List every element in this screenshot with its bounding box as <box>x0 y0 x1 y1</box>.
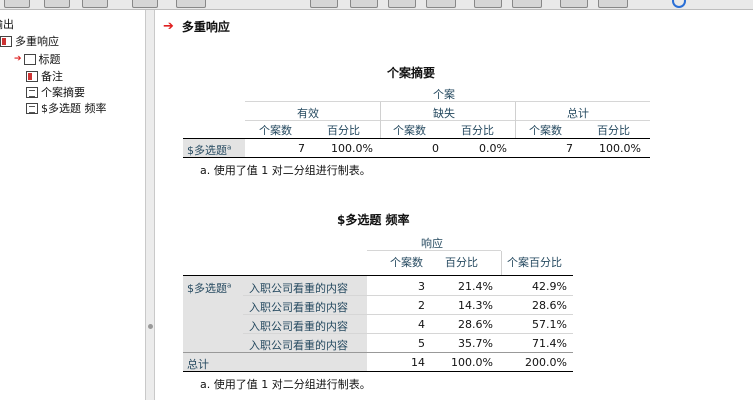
freq-total-pct: 100.0% <box>451 356 493 369</box>
freq-row-label: 入职公司看重的内容 <box>249 282 348 295</box>
freq-cell-case-pct: 42.9% <box>532 280 567 293</box>
table-icon <box>26 102 38 114</box>
outline-item-label: 个案摘要 <box>41 86 85 99</box>
freq-cell-case-pct: 28.6% <box>532 299 567 312</box>
book-icon <box>0 35 12 47</box>
freq-resp-header: 响应 <box>421 237 443 250</box>
summary-bottom-rule <box>183 157 650 158</box>
freq-cell-case-pct: 57.1% <box>532 318 567 331</box>
freq-total-n: 14 <box>411 356 425 369</box>
freq-row-rule <box>243 295 573 296</box>
outline-item-label: 标题 <box>38 53 61 66</box>
freq-cell-pct: 14.3% <box>458 299 493 312</box>
freq-col-label: 个案数 <box>390 256 423 269</box>
pane-splitter[interactable] <box>145 10 155 400</box>
summary-header-rule <box>245 101 650 102</box>
chart-icon[interactable] <box>426 0 456 8</box>
freq-row-label: 入职公司看重的内容 <box>249 339 348 352</box>
current-arrow-icon: ➔ <box>14 54 22 64</box>
summary-top-rule <box>183 138 650 139</box>
show-icon[interactable] <box>598 0 628 8</box>
summary-group-header: 个案 <box>433 88 455 101</box>
outline-node-multiple-response[interactable]: 多重响应 <box>0 33 59 49</box>
table-icon[interactable] <box>388 0 416 8</box>
summary-cell: 100.0% <box>331 142 373 155</box>
summary-cell: 0 <box>432 142 439 155</box>
doc-icon[interactable] <box>474 0 502 8</box>
freq-total-bg <box>183 353 367 371</box>
outline-node-label: 多重响应 <box>15 35 59 48</box>
arrow-right-icon: ➔ <box>163 19 174 34</box>
toolbar <box>0 0 753 10</box>
summary-col-group-missing: 缺失 <box>433 107 455 120</box>
freq-cell-pct: 28.6% <box>458 318 493 331</box>
freq-footnote: a. 使用了值 1 对二分组进行制表。 <box>200 378 371 391</box>
summary-cell: 0.0% <box>479 142 507 155</box>
summary-col-label: 百分比 <box>597 124 630 137</box>
summary-col-label: 百分比 <box>461 124 494 137</box>
table-icon <box>26 86 38 98</box>
freq-col-label: 个案百分比 <box>507 256 562 269</box>
outline-root[interactable]: 输出 <box>0 16 14 32</box>
summary-col-label: 个案数 <box>529 124 562 137</box>
output-pane: ➔ 多重响应 个案摘要 个案 有效 缺失 总计 个案数 百分比 个案数 百分比 … <box>155 10 753 400</box>
summary-col-label: 百分比 <box>327 124 360 137</box>
freq-total-case-pct: 200.0% <box>525 356 567 369</box>
summary-cell: 7 <box>566 142 573 155</box>
notes-icon <box>26 70 38 82</box>
summary-footnote: a. 使用了值 1 对二分组进行制表。 <box>200 164 371 177</box>
freq-cell-case-pct: 71.4% <box>532 337 567 350</box>
freq-cell-pct: 21.4% <box>458 280 493 293</box>
summary-table-title: 个案摘要 <box>387 66 436 80</box>
freq-cell-n: 3 <box>418 280 425 293</box>
outline-item-label: $多选题 频率 <box>41 102 107 115</box>
summary-col-group-valid: 有效 <box>297 107 319 120</box>
outline-item-frequency[interactable]: $多选题 频率 <box>26 100 107 116</box>
outline-pane: 输出 多重响应 ➔ 标题 备注 个案摘要 $多选题 频率 <box>0 10 145 400</box>
title-doc-icon <box>23 53 36 65</box>
outline-item-notes[interactable]: 备注 <box>26 68 63 84</box>
outline-item-label: 备注 <box>41 70 63 83</box>
import-icon[interactable] <box>176 0 206 8</box>
summary-cell: 100.0% <box>599 142 641 155</box>
summary-header-rule <box>245 120 650 121</box>
search-icon[interactable] <box>672 0 686 8</box>
preview-icon[interactable] <box>82 0 108 8</box>
freq-row-label: 入职公司看重的内容 <box>249 320 348 333</box>
freq-cell-n: 4 <box>418 318 425 331</box>
summary-cell: 7 <box>298 142 305 155</box>
freq-col-label: 百分比 <box>445 256 478 269</box>
freq-row-label: 入职公司看重的内容 <box>249 301 348 314</box>
print-icon[interactable] <box>44 0 70 8</box>
freq-group-label: $多选题a <box>187 281 232 295</box>
summary-col-label: 个案数 <box>259 124 292 137</box>
freq-cell-pct: 35.7% <box>458 337 493 350</box>
grid-icon[interactable] <box>350 0 378 8</box>
freq-cell-n: 5 <box>418 337 425 350</box>
goto-icon[interactable] <box>310 0 338 8</box>
freq-cell-n: 2 <box>418 299 425 312</box>
freq-table-title: $多选题 频率 <box>337 213 410 227</box>
summary-divider <box>515 102 516 138</box>
freq-divider <box>501 251 502 275</box>
save-icon[interactable] <box>4 0 30 8</box>
freq-total-label: 总计 <box>187 358 209 371</box>
script-icon[interactable] <box>512 0 542 8</box>
hide-icon[interactable] <box>560 0 588 8</box>
freq-row-rule <box>243 333 573 334</box>
summary-divider <box>380 102 381 138</box>
summary-row-label: $多选题a <box>187 143 232 157</box>
freq-bottom-rule <box>183 371 573 372</box>
export-icon[interactable] <box>132 0 158 8</box>
outline-item-title[interactable]: ➔ 标题 <box>14 51 61 67</box>
outline-item-case-summary[interactable]: 个案摘要 <box>26 84 85 100</box>
splitter-grip[interactable] <box>148 324 153 329</box>
summary-col-group-total: 总计 <box>567 107 589 120</box>
section-heading: ➔ 多重响应 <box>163 18 230 35</box>
outline-root-label: 输出 <box>0 18 14 31</box>
freq-row-rule <box>243 314 573 315</box>
freq-header-rule <box>367 250 501 251</box>
summary-col-label: 个案数 <box>393 124 426 137</box>
section-title: 多重响应 <box>181 20 230 34</box>
